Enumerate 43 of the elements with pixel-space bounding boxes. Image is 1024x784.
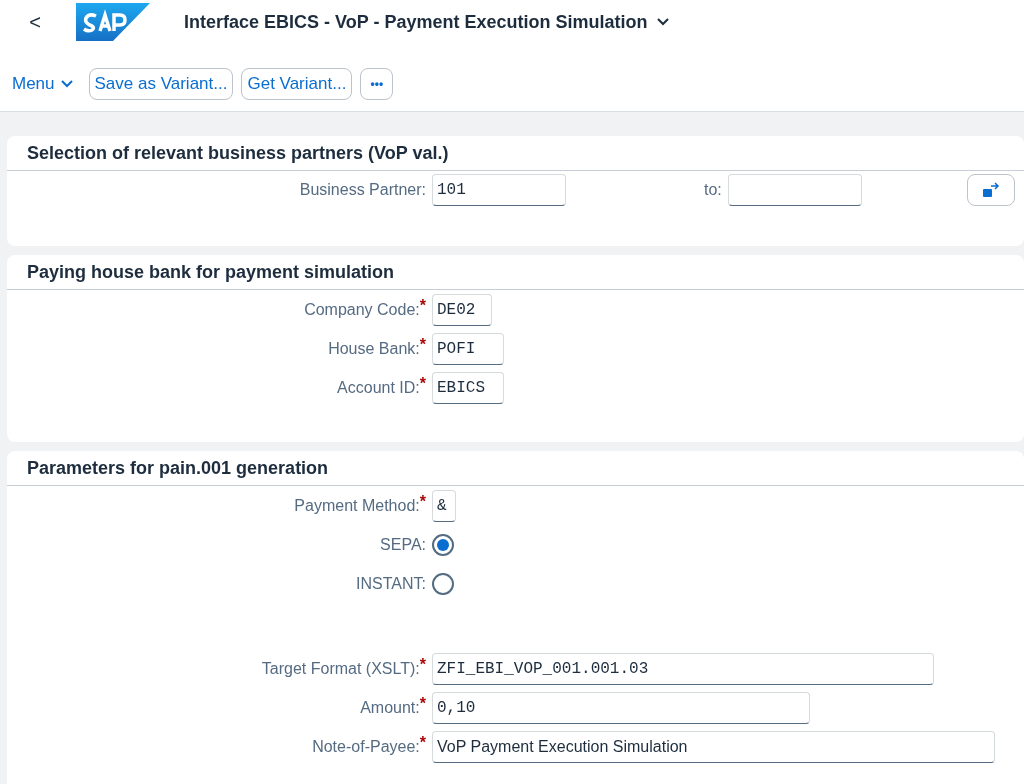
app-title: Interface EBICS - VoP - Payment Execution Simulation [184, 10, 648, 34]
field-label: Business Partner: [299, 180, 426, 200]
back-button[interactable]: < [26, 7, 44, 37]
required-marker: * [419, 657, 426, 673]
square-arrow-icon [980, 181, 1001, 199]
field-label: Target Format (XSLT): [261, 660, 420, 679]
more-button[interactable]: ••• [360, 68, 394, 100]
toolbar-button[interactable]: Get Variant... [241, 68, 353, 100]
sap-logo-icon [76, 3, 150, 41]
required-marker: * [419, 696, 426, 712]
required-marker: * [419, 376, 426, 392]
input-field[interactable] [727, 174, 862, 206]
toolbar-button[interactable]: Save as Variant... [88, 68, 234, 100]
multiple-selection-button[interactable] [966, 174, 1015, 206]
required-marker: * [419, 298, 426, 314]
input-field[interactable]: & [432, 490, 456, 522]
input-field[interactable]: ZFI_EBI_VOP_001.001.03 [432, 653, 934, 685]
chevron-down-icon[interactable] [657, 18, 670, 26]
section-title: Paying house bank for payment simulation [27, 260, 395, 284]
required-marker: * [419, 494, 426, 510]
required-marker: * [419, 337, 426, 353]
input-field[interactable]: 0,10 [432, 692, 810, 724]
input-field[interactable]: VoP Payment Execution Simulation [432, 731, 995, 763]
input-field[interactable]: POFI [432, 333, 504, 365]
field-label: Amount: [360, 699, 420, 718]
section-title: Parameters for pain.001 generation [27, 456, 329, 480]
chevron-down-icon [60, 80, 73, 88]
input-field[interactable]: 101 [432, 174, 566, 206]
field-label: Payment Method: [294, 497, 420, 516]
input-field[interactable]: EBICS [432, 372, 504, 404]
field-label: to: [704, 180, 722, 200]
field-label: Account ID: [337, 379, 420, 398]
field-label: Note-of-Payee: [312, 738, 420, 757]
section-title: Selection of relevant business partners (VoP val.) [27, 141, 449, 165]
input-field[interactable]: DE02 [432, 294, 492, 326]
field-label: Company Code: [304, 301, 420, 320]
field-label: House Bank: [328, 340, 420, 359]
menu-button[interactable]: Menu [12, 71, 81, 97]
field-label: SEPA: [380, 535, 426, 555]
radio-button[interactable] [432, 534, 454, 556]
field-label: INSTANT: [356, 574, 426, 594]
radio-button[interactable] [432, 573, 454, 595]
required-marker: * [419, 735, 426, 751]
